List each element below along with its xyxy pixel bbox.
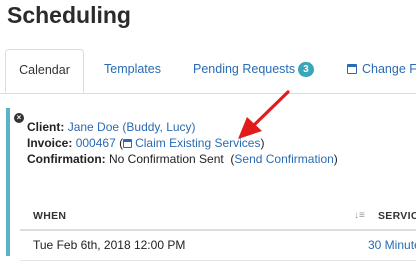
page-title: Scheduling — [7, 2, 131, 28]
send-close-paren: ) — [333, 152, 338, 166]
tab-pending-requests[interactable]: Pending Requests 3 — [193, 49, 314, 93]
invoice-close-paren: ) — [260, 136, 265, 150]
column-header-when[interactable]: WHEN — [33, 210, 66, 222]
table-cell-when: Tue Feb 6th, 2018 12:00 PM — [33, 238, 186, 252]
tab-change[interactable]: Change F — [347, 49, 416, 93]
sort-icon[interactable]: ↓≡ — [354, 210, 365, 221]
pending-count-badge: 3 — [298, 62, 314, 77]
close-icon[interactable]: × — [14, 113, 24, 123]
invoice-number-link[interactable]: 000467 — [76, 136, 116, 150]
confirmation-label: Confirmation: — [27, 152, 106, 166]
table-cell-service-link[interactable]: 30 Minute — [368, 238, 416, 252]
invoice-line: Invoice: 000467 (Claim Existing Services… — [27, 136, 264, 150]
tab-pending-requests-label: Pending Requests — [193, 62, 296, 76]
calendar-icon — [347, 64, 357, 74]
send-confirmation-link[interactable]: Send Confirmation — [234, 152, 333, 166]
tabs-divider — [0, 93, 416, 94]
tab-templates[interactable]: Templates — [104, 49, 161, 93]
invoice-label: Invoice: — [27, 136, 73, 150]
claim-existing-services-link[interactable]: Claim Existing Services — [123, 136, 260, 150]
confirmation-line: Confirmation: No Confirmation Sent (Send… — [27, 152, 338, 166]
tab-change-label: Change F — [362, 62, 416, 76]
appointment-panel: × Client: Jane Doe (Buddy, Lucy) Invoice… — [6, 108, 416, 261]
column-header-service[interactable]: SERVICE — [378, 210, 416, 222]
client-line: Client: Jane Doe (Buddy, Lucy) — [27, 120, 196, 134]
tab-calendar[interactable]: Calendar — [5, 49, 84, 93]
client-label: Client: — [27, 120, 65, 134]
calendar-icon — [123, 139, 133, 148]
tab-templates-label: Templates — [104, 62, 161, 76]
claim-existing-services-label: Claim Existing Services — [135, 136, 261, 150]
tab-calendar-label: Calendar — [19, 63, 70, 77]
confirmation-status: No Confirmation Sent — [109, 152, 224, 166]
table-header: WHEN ↓≡ SERVICE — [20, 204, 416, 231]
client-link[interactable]: Jane Doe (Buddy, Lucy) — [68, 120, 196, 134]
